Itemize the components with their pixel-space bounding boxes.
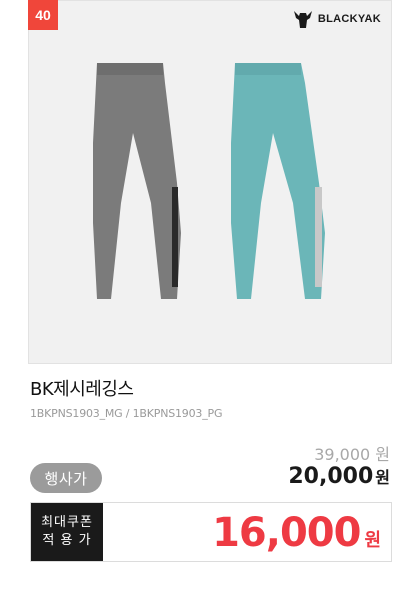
leggings-illustration [93, 63, 325, 299]
sale-price-value: 20,000 [288, 464, 374, 489]
product-code: 1BKPNS1903_MG / 1BKPNS1903_PG [30, 407, 223, 420]
coupon-price: 16,000 원 [212, 507, 381, 559]
rank-badge: 40 [28, 0, 58, 30]
product-image[interactable]: BLACKYAK [28, 0, 392, 364]
coupon-price-value: 16,000 [212, 510, 361, 556]
brand-name: BLACKYAK [317, 13, 381, 25]
brand-logo: BLACKYAK [292, 7, 381, 31]
mint-leggings [231, 63, 325, 299]
product-card[interactable]: BLACKYAK 40 BK제시레깅스 1BKPNS1903_MG / 1BKP… [0, 0, 400, 600]
sale-price-unit: 원 [375, 468, 390, 487]
coupon-label-line1: 최대쿠폰 [41, 515, 93, 530]
coupon-price-unit: 원 [364, 530, 381, 551]
original-price: 39,000 원 [314, 445, 390, 464]
sale-price: 20,000 원 [288, 464, 390, 489]
coupon-label: 최대쿠폰 적 용 가 [31, 503, 103, 561]
sale-tag: 행사가 [30, 463, 102, 493]
grey-leggings [93, 63, 181, 299]
yak-head-icon [293, 11, 312, 28]
coupon-price-box: 최대쿠폰 적 용 가 16,000 원 [30, 502, 392, 562]
product-title[interactable]: BK제시레깅스 [30, 375, 134, 401]
coupon-label-line2: 적 용 가 [42, 533, 92, 548]
